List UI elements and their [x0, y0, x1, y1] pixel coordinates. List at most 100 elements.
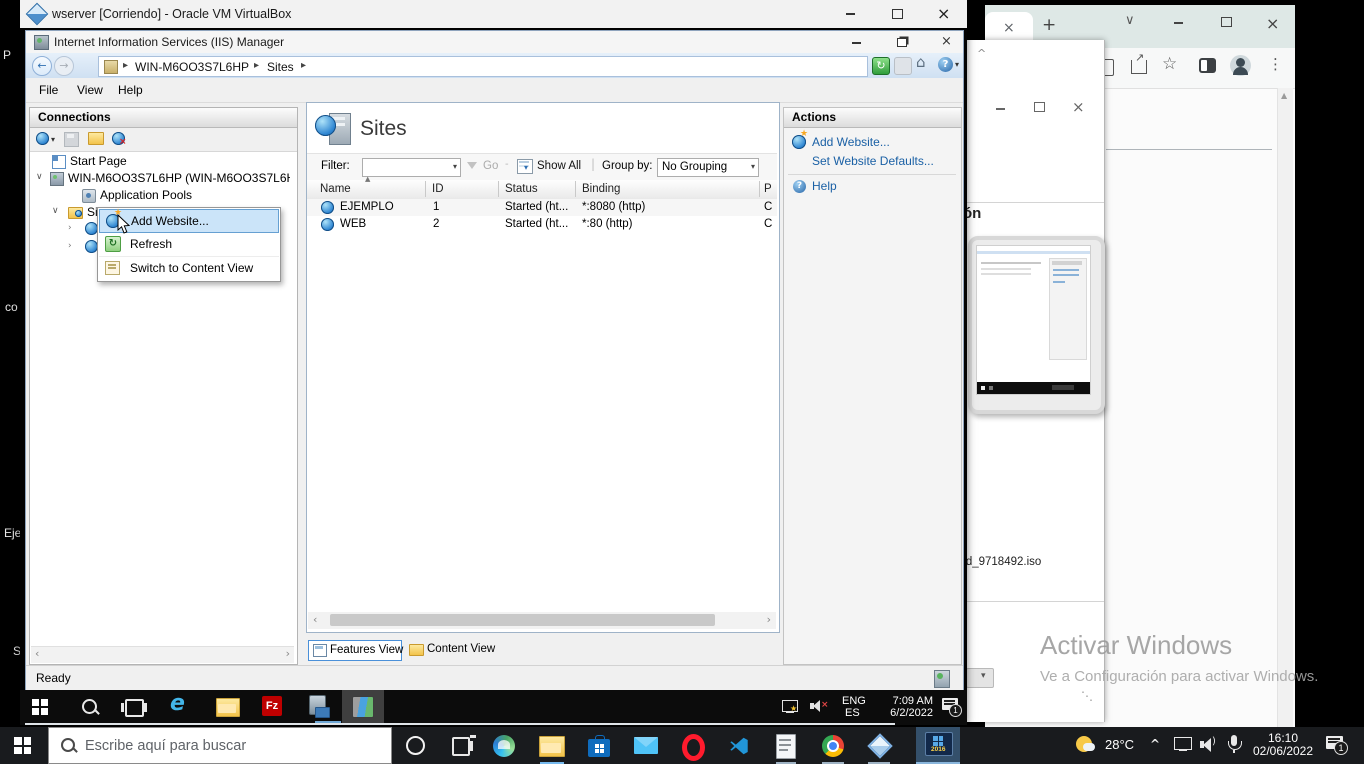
restart-icon[interactable]: ↻: [872, 57, 890, 75]
host-task-view-icon[interactable]: [452, 735, 476, 756]
column-header-binding[interactable]: Binding: [582, 183, 620, 195]
disconnect-icon[interactable]: ×: [112, 132, 127, 147]
manager-scroll-up-icon[interactable]: ^: [977, 48, 986, 59]
chrome-maximize-button[interactable]: [1221, 17, 1232, 27]
guest-start-button[interactable]: [32, 699, 48, 715]
guest-network-icon[interactable]: ★: [782, 700, 798, 713]
breadcrumb-server-label[interactable]: WIN-M6OO3S7L6HP: [135, 60, 249, 74]
weather-icon[interactable]: [1076, 736, 1096, 754]
guest-notification-icon[interactable]: 1: [942, 698, 962, 717]
forward-button[interactable]: →: [54, 56, 74, 76]
vm-maximize-button[interactable]: [892, 9, 903, 19]
help-globe-icon[interactable]: ?: [938, 57, 953, 72]
iis-title-bar[interactable]: Internet Information Services (IIS) Mana…: [26, 31, 963, 53]
host-notification-icon[interactable]: 1: [1326, 736, 1348, 755]
new-tab-button[interactable]: +: [1042, 17, 1056, 34]
virtualbox-taskbar-icon[interactable]: [867, 733, 893, 759]
scrollbar-up-arrow-icon[interactable]: ▲: [1281, 92, 1287, 100]
up-level-folder-icon[interactable]: [88, 132, 104, 145]
expander-expanded-icon[interactable]: ∨: [36, 173, 43, 182]
manager-combo-stub[interactable]: ▾: [966, 668, 994, 688]
site-row-ejemplo[interactable]: EJEMPLO 1 Started (ht... *:8080 (http) C: [307, 199, 777, 216]
profile-avatar[interactable]: [1230, 55, 1251, 76]
expander-collapsed-icon[interactable]: ›: [68, 242, 72, 251]
host-start-button[interactable]: [14, 737, 31, 754]
side-panel-icon[interactable]: [1199, 58, 1216, 73]
save-connections-icon[interactable]: [64, 132, 79, 147]
volume-tray-icon[interactable]: ): [1200, 737, 1218, 752]
host-clock[interactable]: 16:10 02/06/2022: [1252, 732, 1314, 758]
microsoft-store-icon[interactable]: [588, 735, 610, 757]
storage-iso-file-label[interactable]: rd_9718492.iso: [962, 556, 1041, 568]
menu-file[interactable]: File: [39, 83, 58, 97]
action-help-link[interactable]: Help: [812, 179, 837, 193]
tab-close-icon[interactable]: ×: [1003, 21, 1015, 35]
host-search-box[interactable]: [48, 727, 392, 764]
opera-icon[interactable]: [682, 734, 705, 761]
chrome-kebab-menu-icon[interactable]: ⋮: [1268, 57, 1283, 72]
breadcrumb-section-label[interactable]: Sites: [267, 60, 294, 74]
stop-icon[interactable]: [894, 57, 912, 75]
active-vm-taskbar-button[interactable]: 2016: [916, 727, 960, 764]
iis-restore-button[interactable]: [897, 38, 907, 47]
cortana-icon[interactable]: [406, 736, 425, 755]
mail-icon[interactable]: [634, 737, 658, 754]
context-menu-item-switch-content-view[interactable]: Switch to Content View: [99, 256, 279, 280]
expander-collapsed-icon[interactable]: ›: [68, 224, 72, 233]
column-header-path-fragment[interactable]: P: [764, 183, 772, 195]
iis-minimize-button[interactable]: [852, 42, 861, 44]
guest-task-view-icon[interactable]: [121, 699, 147, 717]
chrome-scrollbar[interactable]: ▲: [1277, 88, 1293, 727]
go-button[interactable]: Go: [483, 160, 498, 172]
chrome-close-button[interactable]: ×: [1266, 16, 1279, 32]
site-row-web[interactable]: WEB 2 Started (ht... *:80 (http) C: [307, 216, 777, 233]
scroll-right-icon[interactable]: ›: [286, 648, 290, 659]
tab-features-view[interactable]: Features View: [308, 640, 403, 661]
vm-close-button[interactable]: ×: [937, 6, 950, 22]
filezilla-icon[interactable]: Fz: [262, 696, 282, 716]
guest-volume-muted-icon[interactable]: ×: [810, 699, 829, 713]
show-all-button[interactable]: Show All: [537, 160, 581, 172]
home-icon[interactable]: ⌂: [916, 55, 926, 70]
filter-dropdown-arrow-icon[interactable]: ▾: [453, 163, 457, 171]
sites-h-scrollbar[interactable]: ‹ ›: [308, 612, 776, 629]
help-dropdown-arrow-icon[interactable]: ▾: [955, 61, 959, 69]
chrome-menu-chevron-icon[interactable]: ∨: [1125, 14, 1135, 27]
column-header-id[interactable]: ID: [432, 183, 444, 195]
desktop-icon-label-fragment[interactable]: co: [5, 300, 18, 314]
vm-title-bar[interactable]: wserver [Corriendo] - Oracle VM VirtualB…: [20, 0, 967, 29]
scroll-right-icon[interactable]: ›: [767, 614, 771, 625]
network-tray-icon[interactable]: [1174, 737, 1192, 752]
manager-close-button[interactable]: ×: [1072, 100, 1085, 115]
group-by-select[interactable]: No Grouping ▾: [657, 158, 759, 177]
host-search-input[interactable]: [83, 732, 387, 760]
desktop-icon-label-fragment[interactable]: Eje: [4, 526, 21, 540]
bookmark-star-icon[interactable]: ☆: [1162, 56, 1177, 73]
action-add-website-link[interactable]: Add Website...: [812, 135, 890, 149]
connections-h-scrollbar[interactable]: ‹ ›: [31, 646, 294, 663]
chrome-icon[interactable]: [822, 735, 844, 757]
tab-content-view[interactable]: Content View: [405, 640, 495, 659]
column-header-status[interactable]: Status: [505, 183, 538, 195]
breadcrumb-field[interactable]: ▸ WIN-M6OO3S7L6HP ▸ Sites ▸: [98, 56, 868, 77]
window-resize-grip-icon[interactable]: ⋱: [1081, 690, 1093, 702]
notepad-icon[interactable]: [776, 734, 796, 759]
action-set-website-defaults-link[interactable]: Set Website Defaults...: [812, 154, 934, 168]
chrome-minimize-button[interactable]: [1174, 22, 1183, 24]
menu-help[interactable]: Help: [118, 83, 143, 97]
manager-maximize-button[interactable]: [1034, 102, 1045, 112]
iis-close-button[interactable]: ×: [941, 35, 952, 48]
guest-clock[interactable]: 7:09 AM 6/2/2022: [875, 695, 933, 719]
scroll-left-icon[interactable]: ‹: [313, 614, 317, 625]
create-connection-icon[interactable]: [36, 132, 49, 145]
scrollbar-thumb[interactable]: [330, 614, 715, 626]
filter-input[interactable]: ▾: [362, 158, 461, 177]
manager-minimize-button[interactable]: [996, 108, 1005, 110]
vm-preview-thumbnail[interactable]: [968, 236, 1105, 414]
tray-overflow-chevron-icon[interactable]: ^: [1150, 738, 1160, 750]
vm-minimize-button[interactable]: [846, 13, 855, 15]
create-connection-dropdown-icon[interactable]: ▾: [51, 136, 55, 144]
edge-icon[interactable]: [493, 735, 515, 757]
vscode-icon[interactable]: [728, 735, 750, 757]
guest-file-explorer-icon[interactable]: [216, 698, 240, 717]
